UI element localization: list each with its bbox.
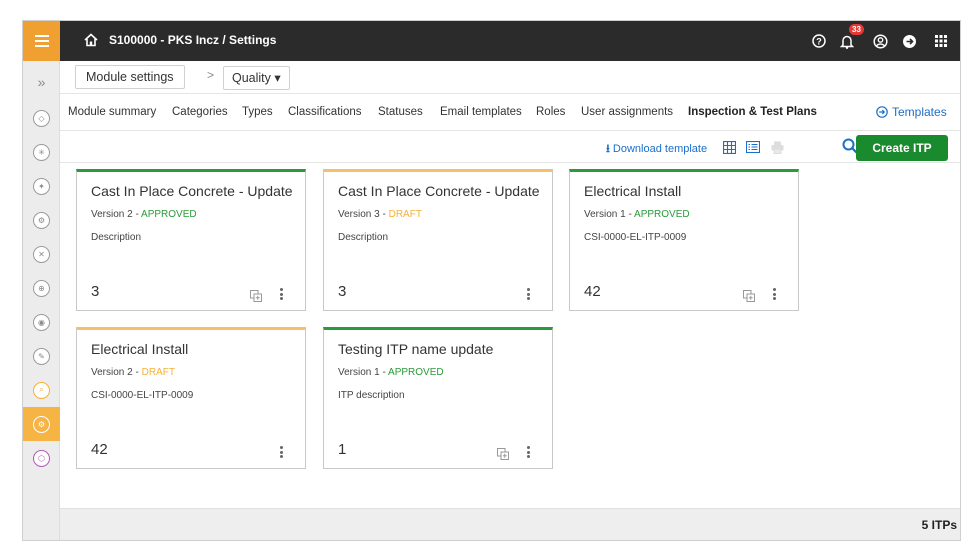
svg-text:?: ?	[816, 37, 822, 47]
sidebar-module-icon[interactable]: ◇	[23, 101, 60, 135]
top-bar: S100000 - PKS Incz / Settings ? 33	[23, 21, 960, 61]
print-icon[interactable]	[768, 138, 786, 156]
sidebar-module-icon[interactable]: ✕	[23, 237, 60, 271]
app-window: S100000 - PKS Incz / Settings ? 33 » ◇ ✳…	[22, 20, 961, 541]
download-template-link[interactable]: ⭳ Download template	[606, 140, 707, 159]
tab-user-assignments[interactable]: User assignments	[581, 106, 673, 118]
list-view-icon[interactable]	[744, 138, 762, 156]
card-description: Description	[91, 232, 142, 243]
tab-inspection-test-plans[interactable]: Inspection & Test Plans	[688, 106, 817, 118]
tab-roles[interactable]: Roles	[536, 106, 565, 118]
card-description: Description	[338, 232, 389, 243]
card-status: APPROVED	[141, 209, 197, 220]
itp-total-count: 5 ITPs	[921, 518, 957, 532]
card-version-label: Version 3 -	[338, 209, 389, 220]
user-icon[interactable]	[871, 32, 889, 50]
sidebar-quality-search-icon[interactable]: ⌕	[23, 373, 60, 407]
module-settings-crumb[interactable]: Module settings	[75, 65, 185, 89]
copy-icon[interactable]	[743, 289, 755, 302]
card-status: APPROVED	[634, 209, 690, 220]
card-description: CSI-0000-EL-ITP-0009	[584, 232, 687, 243]
more-options-icon[interactable]	[276, 285, 286, 303]
card-item-count: 3	[91, 283, 100, 300]
more-options-icon[interactable]	[523, 443, 533, 461]
card-title: Cast In Place Concrete - Update	[338, 183, 540, 199]
templates-link[interactable]: Templates	[876, 105, 947, 119]
tab-module-summary[interactable]: Module summary	[68, 106, 156, 118]
itp-card[interactable]: Testing ITP name update Version 1 - APPRO…	[323, 327, 553, 469]
card-version: Version 2 - APPROVED	[91, 209, 197, 220]
card-item-count: 42	[584, 283, 601, 300]
download-template-label: Download template	[612, 143, 708, 155]
card-status: DRAFT	[141, 367, 175, 378]
card-title: Electrical Install	[91, 341, 189, 357]
module-selector-dropdown[interactable]: Quality ▾	[223, 66, 290, 90]
create-itp-button[interactable]: Create ITP	[856, 135, 948, 161]
sidebar-module-icon[interactable]: ◉	[23, 305, 60, 339]
module-sidebar: » ◇ ✳ ✦ ⚙ ✕ ⊕ ◉ ✎ ⌕ ⚙ ⬡	[23, 61, 60, 540]
card-status: DRAFT	[388, 209, 422, 220]
card-version-label: Version 1 -	[338, 367, 389, 378]
card-status: APPROVED	[388, 367, 444, 378]
card-title: Electrical Install	[584, 183, 682, 199]
card-title: Testing ITP name update	[338, 341, 494, 357]
card-item-count: 3	[338, 283, 347, 300]
arrow-circle-icon	[876, 106, 888, 118]
settings-subheader: Module settings > Quality ▾	[60, 61, 960, 94]
logout-icon[interactable]	[900, 32, 918, 50]
itp-toolbar: ⭳ Download template Create ITP	[60, 131, 960, 163]
itp-card-grid: Cast In Place Concrete - Update Version 2…	[60, 163, 960, 508]
help-icon[interactable]: ?	[810, 32, 828, 50]
sidebar-module-icon[interactable]: ⚙	[23, 203, 60, 237]
itp-card[interactable]: Electrical Install Version 2 - DRAFT CSI-0…	[76, 327, 306, 469]
tab-statuses[interactable]: Statuses	[378, 106, 423, 118]
more-options-icon[interactable]	[276, 443, 286, 461]
more-options-icon[interactable]	[769, 285, 779, 303]
tab-classifications[interactable]: Classifications	[288, 106, 362, 118]
card-version: Version 2 - DRAFT	[91, 367, 175, 378]
card-version-label: Version 2 -	[91, 209, 142, 220]
more-options-icon[interactable]	[523, 285, 533, 303]
tab-email-templates[interactable]: Email templates	[440, 106, 522, 118]
card-version-label: Version 2 -	[91, 367, 142, 378]
breadcrumb[interactable]: S100000 - PKS Incz / Settings	[109, 33, 276, 47]
card-version-label: Version 1 -	[584, 209, 635, 220]
itp-card[interactable]: Cast In Place Concrete - Update Version 3…	[323, 169, 553, 311]
chevron-right-icon: >	[207, 68, 215, 82]
templates-link-label: Templates	[892, 105, 947, 119]
card-version: Version 1 - APPROVED	[584, 209, 690, 220]
download-icon: ⭳	[606, 143, 610, 155]
tab-types[interactable]: Types	[242, 106, 273, 118]
footer-bar: 5 ITPs	[60, 508, 960, 540]
card-item-count: 42	[91, 441, 108, 458]
itp-card[interactable]: Cast In Place Concrete - Update Version 2…	[76, 169, 306, 311]
card-description: CSI-0000-EL-ITP-0009	[91, 390, 194, 401]
notification-badge: 33	[849, 24, 864, 35]
sidebar-module-icon[interactable]: ✦	[23, 169, 60, 203]
copy-icon[interactable]	[250, 289, 262, 302]
sidebar-settings-icon[interactable]: ⚙	[23, 407, 60, 441]
sidebar-module-icon[interactable]: ⊕	[23, 271, 60, 305]
copy-icon[interactable]	[497, 447, 509, 460]
card-version: Version 3 - DRAFT	[338, 209, 422, 220]
sidebar-module-icon[interactable]: ⬡	[23, 441, 60, 475]
card-title: Cast In Place Concrete - Update	[91, 183, 293, 199]
itp-card[interactable]: Electrical Install Version 1 - APPROVED CS…	[569, 169, 799, 311]
apps-grid-icon[interactable]	[932, 32, 950, 50]
grid-view-icon[interactable]	[720, 138, 738, 156]
card-version: Version 1 - APPROVED	[338, 367, 444, 378]
sidebar-expand-icon[interactable]: »	[23, 65, 60, 99]
sidebar-module-icon[interactable]: ✎	[23, 339, 60, 373]
menu-icon[interactable]	[23, 21, 60, 61]
card-item-count: 1	[338, 441, 347, 458]
tab-categories[interactable]: Categories	[172, 106, 228, 118]
sidebar-module-icon[interactable]: ✳	[23, 135, 60, 169]
home-icon[interactable]	[84, 33, 98, 47]
card-description: ITP description	[338, 390, 405, 401]
settings-tabs: Module summary Categories Types Classifi…	[60, 95, 960, 131]
